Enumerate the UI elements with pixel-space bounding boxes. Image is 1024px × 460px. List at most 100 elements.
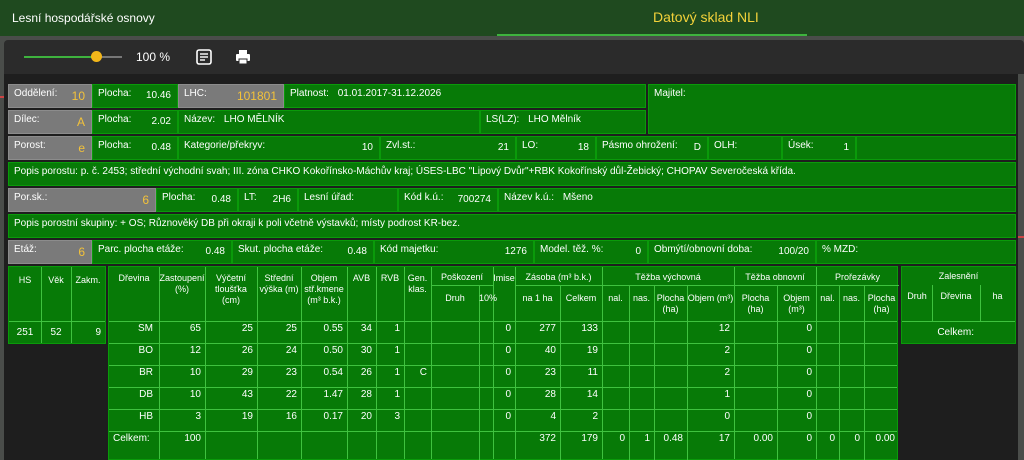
ls-value: LHO Mělník xyxy=(528,114,581,125)
platnost-value: 01.01.2017-31.12.2026 xyxy=(337,88,442,99)
etaz-cell: Etáž: 6 xyxy=(8,240,92,264)
notes-icon[interactable] xyxy=(195,48,213,66)
column-header: Druh xyxy=(445,293,465,303)
platnost-label: Platnost: xyxy=(290,88,329,99)
ls-cell: LS(LZ): LHO Mělník xyxy=(480,110,646,134)
table-cell: 1 xyxy=(394,345,400,356)
table-cell: 25 xyxy=(241,323,253,334)
kategorie-label: Kategorie/překryv: xyxy=(184,140,266,151)
poskozeni-header: Poškození xyxy=(440,272,484,282)
lhc-label: LHC: xyxy=(184,88,207,99)
popis-skupiny-value: + OS; Různověký DB při okraji k poli vče… xyxy=(120,218,461,229)
drevina-name: HB xyxy=(139,411,153,422)
pasmo-cell: Pásmo ohrožení: D xyxy=(596,136,708,160)
drevina-name: SM xyxy=(138,323,153,334)
total-cell: 179 xyxy=(581,433,598,444)
plocha-value: 10.46 xyxy=(145,90,171,101)
print-icon[interactable] xyxy=(234,48,252,66)
row-divider xyxy=(109,343,897,344)
zoom-slider-rest[interactable] xyxy=(100,56,122,58)
parc-value: 0.48 xyxy=(205,246,225,257)
column-header: Výčetní tloušťka (cm) xyxy=(215,273,247,305)
column-header: Imise xyxy=(493,273,515,283)
lt-label: LT: xyxy=(244,192,257,203)
column-header: na 1 ha xyxy=(522,293,553,303)
zalesneni-title: Zalesnění xyxy=(938,271,979,281)
table-cell: 0 xyxy=(806,411,812,422)
table-cell: 0 xyxy=(806,323,812,334)
column-header: Objem (m³) xyxy=(783,293,810,314)
zvl-cell: Zvl.st.: 21 xyxy=(380,136,516,160)
platnost-cell: Platnost: 01.01.2017-31.12.2026 xyxy=(284,84,646,108)
model-label: Model. těž. %: xyxy=(540,244,604,255)
parc-label: Parc. plocha etáže: xyxy=(98,244,184,255)
col-divider xyxy=(404,267,405,459)
total-cell: 0.00 xyxy=(875,433,895,444)
kodmaj-label: Kód majetku: xyxy=(380,244,439,255)
vek-header: Věk xyxy=(48,275,64,285)
hs-header: HS xyxy=(18,275,32,285)
app-title: Lesní hospodářské osnovy xyxy=(12,11,155,25)
dilec-label: Dílec: xyxy=(14,114,40,125)
porost-cell: Porost: e xyxy=(8,136,92,160)
table-cell: 12 xyxy=(189,345,201,356)
row-divider xyxy=(109,409,897,410)
table-cell: 24 xyxy=(285,345,297,356)
column-header: Objem stř.kmene (m³ b.k.) xyxy=(304,273,344,305)
col-divider xyxy=(479,285,480,460)
plocha-label: Plocha: xyxy=(98,114,132,125)
zoom-slider-thumb[interactable] xyxy=(91,51,102,62)
lo-label: LO: xyxy=(522,140,539,151)
total-cell: 0 xyxy=(829,433,835,444)
col-divider xyxy=(159,267,160,459)
col-divider xyxy=(376,267,377,459)
column-header: 10% xyxy=(479,293,498,303)
table-cell: 10 xyxy=(189,389,201,400)
kod-majetku-cell: Kód majetku: 1276 xyxy=(374,240,534,264)
nazku-cell: Název k.ú.: Mšeno xyxy=(498,188,1016,212)
oddeleni-label: Oddělení: xyxy=(14,88,58,99)
table-cell: 2 xyxy=(592,411,598,422)
lesni-urad-cell: Lesní úřad: xyxy=(298,188,398,212)
hs-table: HS Věk Zakm. 251 52 9 xyxy=(8,266,106,344)
table-cell: 28 xyxy=(360,389,372,400)
plocha-label: Plocha: xyxy=(162,192,196,203)
table-cell: 34 xyxy=(360,323,372,334)
zakm-value: 9 xyxy=(95,327,101,338)
olh-label: OLH: xyxy=(714,140,738,151)
column-header: AVB xyxy=(352,273,371,283)
plocha-label: Plocha: xyxy=(98,88,132,99)
table-cell: 19 xyxy=(586,345,598,356)
nazku-label: Název k.ú.: xyxy=(504,192,555,203)
column-header: nas. xyxy=(632,293,650,303)
drevina-name: BR xyxy=(139,367,153,378)
dilec-value: A xyxy=(76,115,85,129)
dilec-cell: Dílec: A xyxy=(8,110,92,134)
column-header: Střední výška (m) xyxy=(259,273,299,294)
total-cell: 0.48 xyxy=(663,433,683,444)
row-divider xyxy=(109,431,897,432)
kategorie-cell: Kategorie/překryv: 10 xyxy=(178,136,380,160)
kodku-value: 700274 xyxy=(457,194,491,205)
column-header: RVB xyxy=(380,273,400,283)
lt-cell: LT: 2H6 xyxy=(238,188,298,212)
porsk-value: 6 xyxy=(142,193,149,207)
datovy-sklad-title[interactable]: Datový sklad NLI xyxy=(653,9,759,25)
zasoba-header: Zásoba (m³ b.k.) xyxy=(525,272,592,282)
porsk-cell: Por.sk.: 6 xyxy=(8,188,156,212)
kodku-cell: Kód k.ú.: 700274 xyxy=(398,188,498,212)
zales-drevina-header: Dřevina xyxy=(940,291,972,301)
table-cell: 0 xyxy=(505,345,511,356)
table-cell: 0 xyxy=(505,323,511,334)
lho-detail-panel: Oddělení: 10 Plocha: 10.46 LHC: 101801 P… xyxy=(4,74,1018,460)
group-divider xyxy=(515,285,602,286)
top-bar: Lesní hospodářské osnovy Datový sklad NL… xyxy=(0,0,1024,37)
popis-porostu-cell: Popis porostu: p. č. 2453; střední výcho… xyxy=(8,162,1016,186)
lesni-urad-label: Lesní úřad: xyxy=(304,192,355,203)
total-cell: 1 xyxy=(644,433,650,444)
table-cell: 0.50 xyxy=(323,345,343,356)
lo-cell: LO: 18 xyxy=(516,136,596,160)
table-cell: 0 xyxy=(505,411,511,422)
popis-skupiny-label: Popis porostní skupiny: xyxy=(14,218,118,229)
total-cell: 0.00 xyxy=(753,433,773,444)
